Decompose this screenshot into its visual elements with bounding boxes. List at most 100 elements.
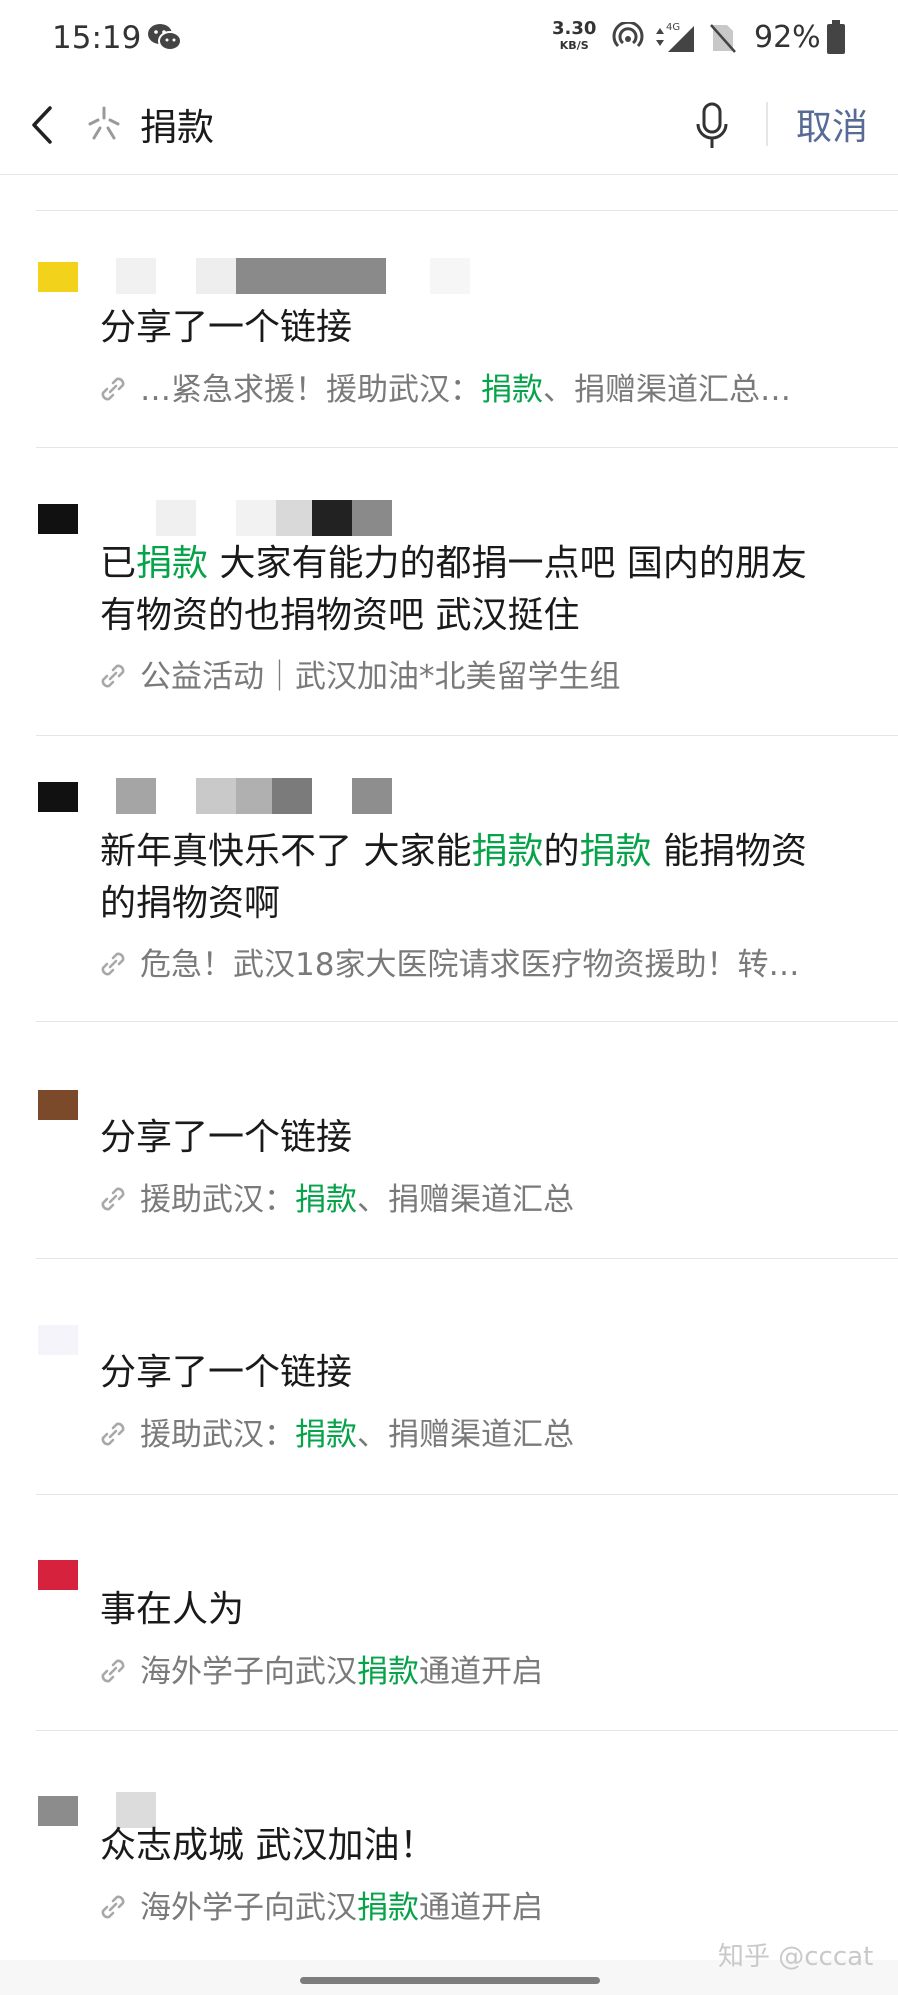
text-segment: 通道开启 <box>419 1654 543 1690</box>
no-sim-icon <box>710 24 736 53</box>
list-divider <box>36 735 898 736</box>
list-divider <box>36 1494 898 1495</box>
post-text-line-1: 已捐款 大家有能力的都捐一点吧 国内的朋友 <box>100 538 860 590</box>
status-time: 15:19 <box>52 20 142 56</box>
watermark: 知乎 @cccat <box>718 1942 874 1972</box>
blurred-username <box>116 778 156 814</box>
avatar[interactable] <box>38 262 78 292</box>
text-segment: 分享了一个链接 <box>100 1117 353 1158</box>
battery-icon <box>827 20 845 54</box>
list-divider <box>36 1730 898 1731</box>
post-text: 分享了一个链接 <box>100 1347 860 1399</box>
list-divider <box>36 210 898 211</box>
post-text: 事在人为 <box>100 1584 860 1636</box>
blurred-username <box>352 778 392 814</box>
network-type: 4G <box>666 22 680 33</box>
text-segment: 众志成城 武汉加油！ <box>100 1825 436 1866</box>
text-segment: 援助武汉： <box>140 1417 295 1453</box>
post-text: 众志成城 武汉加油！ <box>100 1820 860 1872</box>
link-title: 海外学子向武汉捐款通道开启 <box>140 1886 543 1930</box>
shared-link[interactable]: 海外学子向武汉捐款通道开启 <box>96 1650 876 1694</box>
text-segment: 大家有能力的都捐一点吧 国内的朋友 <box>208 543 807 584</box>
list-divider <box>36 447 898 448</box>
text-segment: 的 <box>543 831 580 872</box>
text-segment: 有物资的也捐物资吧 武汉挺住 <box>100 595 580 636</box>
highlight-keyword: 捐款 <box>481 372 543 408</box>
highlight-keyword: 捐款 <box>357 1890 419 1926</box>
text-segment: …紧急求援！援助武汉： <box>140 372 481 408</box>
blurred-username <box>272 778 312 814</box>
highlight-keyword: 捐款 <box>579 831 652 872</box>
text-segment: 事在人为 <box>100 1589 245 1630</box>
text-segment: 、捐赠渠道汇总 <box>357 1182 574 1218</box>
home-indicator[interactable] <box>300 1977 600 1984</box>
link-title: 危急！武汉18家大医院请求医疗物资援助！转… <box>140 943 799 987</box>
cancel-button[interactable]: 取消 <box>796 98 868 150</box>
status-bar: 15:19 3.30 KB/S 4G 92% <box>0 0 898 76</box>
signal-icon: 4G <box>656 22 694 52</box>
blurred-username <box>156 500 196 536</box>
post-text-line-2: 的捐物资啊 <box>100 878 860 930</box>
search-header: 取消 <box>0 76 898 175</box>
blurred-username <box>236 778 276 814</box>
post-text-line-1: 新年真快乐不了 大家能捐款的捐款 能捐物资 <box>100 826 860 878</box>
blurred-username <box>116 258 156 294</box>
shared-link[interactable]: …紧急求援！援助武汉：捐款、捐赠渠道汇总… <box>96 368 876 412</box>
text-segment: 分享了一个链接 <box>100 1352 353 1393</box>
shared-link[interactable]: 海外学子向武汉捐款通道开启 <box>96 1886 876 1930</box>
text-segment: 海外学子向武汉 <box>140 1890 357 1926</box>
avatar[interactable] <box>38 504 78 534</box>
speed-unit: KB/S <box>559 39 589 52</box>
blurred-username <box>196 778 236 814</box>
highlight-keyword: 捐款 <box>357 1654 419 1690</box>
avatar[interactable] <box>38 782 78 812</box>
post-text: 分享了一个链接 <box>100 1112 860 1164</box>
link-title: …紧急求援！援助武汉：捐款、捐赠渠道汇总… <box>140 368 791 412</box>
text-segment: 海外学子向武汉 <box>140 1654 357 1690</box>
highlight-keyword: 捐款 <box>136 543 209 584</box>
highlight-keyword: 捐款 <box>295 1182 357 1218</box>
avatar[interactable] <box>38 1090 78 1120</box>
link-icon <box>101 1895 125 1919</box>
text-segment: 危急！武汉18家大医院请求医疗物资援助！转… <box>140 947 800 983</box>
link-icon <box>101 377 125 401</box>
avatar[interactable] <box>38 1325 78 1355</box>
shared-link[interactable]: 危急！武汉18家大医院请求医疗物资援助！转… <box>96 943 876 987</box>
blurred-username <box>196 258 236 294</box>
blurred-username <box>276 500 312 536</box>
link-icon <box>101 1659 125 1683</box>
list-divider <box>36 1021 898 1022</box>
text-segment: 公益活动｜武汉加油*北美留学生组 <box>140 659 621 695</box>
blurred-username <box>236 258 386 294</box>
text-segment: 新年真快乐不了 大家能 <box>100 831 472 872</box>
list-divider <box>36 1258 898 1259</box>
link-title: 援助武汉：捐款、捐赠渠道汇总 <box>140 1413 574 1457</box>
header-divider <box>766 102 768 146</box>
text-segment: 能捐物资 <box>651 831 807 872</box>
blurred-username <box>312 500 352 536</box>
avatar[interactable] <box>38 1796 78 1826</box>
shared-link[interactable]: 援助武汉：捐款、捐赠渠道汇总 <box>96 1413 876 1457</box>
shared-link[interactable]: 公益活动｜武汉加油*北美留学生组 <box>96 655 876 699</box>
link-title: 海外学子向武汉捐款通道开启 <box>140 1650 543 1694</box>
text-segment: 通道开启 <box>419 1890 543 1926</box>
link-title: 援助武汉：捐款、捐赠渠道汇总 <box>140 1178 574 1222</box>
blurred-username <box>430 258 470 294</box>
back-icon[interactable] <box>26 100 60 150</box>
text-segment: 已 <box>100 543 137 584</box>
text-segment: 、捐赠渠道汇总… <box>543 372 791 408</box>
wechat-icon <box>148 24 182 51</box>
search-input[interactable] <box>140 96 660 152</box>
link-title: 公益活动｜武汉加油*北美留学生组 <box>140 655 621 699</box>
shared-link[interactable]: 援助武汉：捐款、捐赠渠道汇总 <box>96 1178 876 1222</box>
post-text: 分享了一个链接 <box>100 302 860 354</box>
blurred-username <box>352 500 392 536</box>
battery-percent: 92% <box>754 20 821 55</box>
hotspot-icon <box>612 22 644 48</box>
mic-icon[interactable] <box>694 100 730 152</box>
blurred-username <box>236 500 276 536</box>
highlight-keyword: 捐款 <box>471 831 544 872</box>
text-segment: 援助武汉： <box>140 1182 295 1218</box>
avatar[interactable] <box>38 1560 78 1590</box>
link-icon <box>101 1187 125 1211</box>
